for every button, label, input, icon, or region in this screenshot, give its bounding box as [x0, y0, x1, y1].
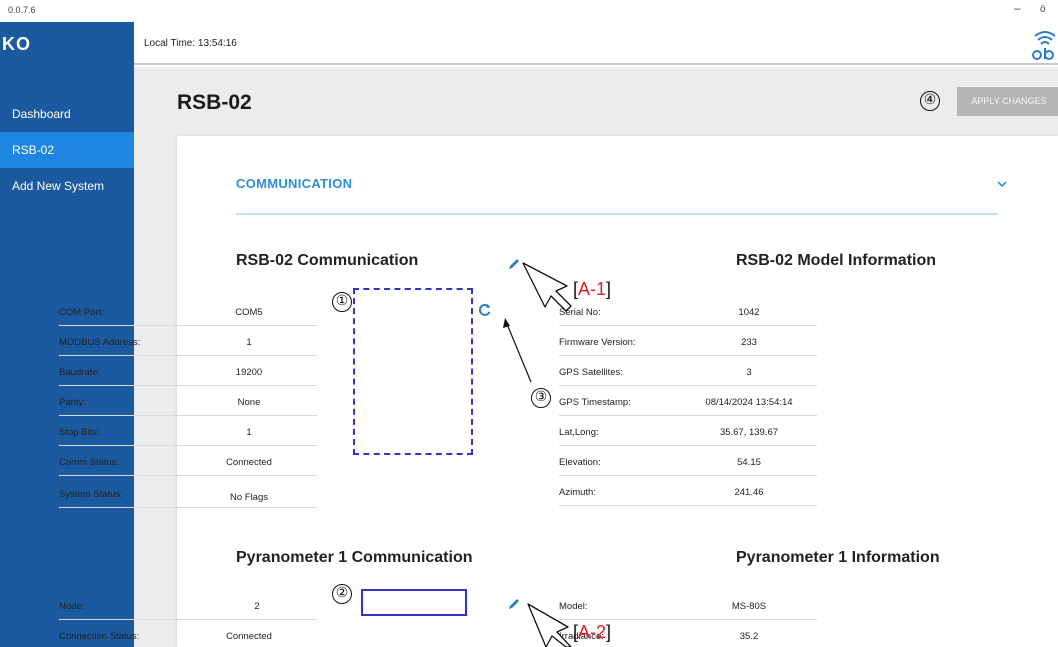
row-value: None [237, 397, 261, 408]
table-row: Node: 2 [59, 590, 317, 620]
row-label: COM Port: [59, 307, 104, 318]
callout-code: A-2 [578, 622, 607, 642]
row-label: Comm Status: [59, 457, 120, 468]
marker-4: ④ [920, 91, 940, 111]
refresh-icon[interactable] [478, 303, 492, 317]
version-label: 0.0.7.6 [8, 5, 36, 15]
row-value: 35.2 [739, 631, 759, 642]
rsb-communication-title: RSB-02 Communication [236, 252, 419, 269]
row-label: MODBUS Address: [59, 337, 141, 348]
chevron-down-icon[interactable] [995, 178, 1009, 190]
window-control[interactable]: ö [1040, 4, 1046, 15]
callout-bracket: ] [606, 279, 612, 299]
row-label: Baudrate: [59, 367, 101, 378]
app-window: 0.0.7.6 – ö KO Dashboard RSB-02 Add New … [0, 0, 1058, 647]
rsb-model-info-title: RSB-02 Model Information [736, 252, 937, 269]
apply-changes-button[interactable]: APPLY CHANGES [957, 87, 1058, 116]
pencil-icon[interactable] [507, 597, 521, 611]
row-label: Lat,Long: [559, 427, 599, 438]
row-value: 241.46 [734, 487, 764, 498]
marker-2: ② [332, 584, 352, 604]
table-row: Model: MS-80S [559, 590, 817, 620]
row-label: Stop Bits: [59, 427, 100, 438]
row-label: Node: [59, 601, 85, 612]
brand-logo-icon [1032, 31, 1056, 60]
row-value: 54.15 [737, 457, 761, 468]
table-row: Comm Status: Connected [59, 446, 317, 476]
row-label: Connection Status: [59, 631, 140, 642]
table-row: Elevation: 54.15 [559, 446, 817, 476]
table-row: Connection Status: Connected [59, 620, 317, 647]
table-row: Firmware Version: 233 [559, 326, 817, 356]
row-value: 19200 [235, 367, 263, 378]
callout-code: A-1 [578, 279, 607, 299]
row-value: Connected [226, 457, 272, 468]
table-row: Stop Bits: 1 [59, 416, 317, 446]
row-label: Parity: [59, 397, 86, 408]
pencil-icon[interactable] [507, 257, 521, 271]
callout-bracket: ] [606, 622, 612, 642]
row-label: Azimuth: [559, 487, 596, 498]
row-label: Model: [559, 601, 588, 612]
row-value: 233 [741, 337, 757, 348]
table-row: COM Port: COM5 [59, 296, 317, 326]
row-value: 35.67, 139.67 [719, 427, 779, 438]
sidebar-item-dashboard[interactable]: Dashboard [0, 96, 134, 132]
row-value: 3 [746, 367, 752, 378]
row-label: Elevation: [559, 457, 601, 468]
row-value: 1 [246, 337, 252, 348]
marker-3: ③ [531, 388, 551, 408]
node-input[interactable]: 2 [212, 601, 302, 612]
table-row: Lat,Long: 35.67, 139.67 [559, 416, 817, 446]
row-label: GPS Satellites: [559, 367, 623, 378]
table-row: MODBUS Address: 1 [59, 326, 317, 356]
row-label: System Status: [59, 489, 123, 500]
row-value: MS-80S [731, 601, 767, 612]
top-bar: Local Time: 13:54:16 [134, 22, 1058, 65]
title-bar: 0.0.7.6 – ö [0, 0, 1058, 22]
marker-1: ① [332, 292, 352, 312]
sidebar-item-add-new-system[interactable]: Add New System [0, 168, 134, 204]
table-row: Serial No: 1042 [559, 296, 817, 326]
row-value: COM5 [235, 307, 263, 318]
row-value: Connected [226, 631, 272, 642]
pyranometer-info-title: Pyranometer 1 Information [736, 549, 940, 566]
sidebar-item-rsb-02[interactable]: RSB-02 [0, 132, 134, 168]
page-title: RSB-02 [177, 91, 252, 114]
table-row: Parity: None [59, 386, 317, 416]
row-value: 1 [246, 427, 252, 438]
callout-a2: [A-2] [573, 622, 611, 643]
table-row: GPS Timestamp: 08/14/2024 13:54:14 [559, 386, 817, 416]
local-time: Local Time: 13:54:16 [144, 38, 237, 49]
table-row: GPS Satellites: 3 [559, 356, 817, 386]
row-value: No Flags [229, 492, 268, 503]
minimize-button[interactable]: – [1014, 1, 1021, 15]
row-label: Serial No: [559, 307, 601, 318]
table-row: Baudrate: 19200 [59, 356, 317, 386]
row-label: GPS Timestamp: [559, 397, 631, 408]
row-value: 1042 [738, 307, 760, 318]
table-row: System Status: No Flags [59, 478, 317, 508]
row-value: 08/14/2024 13:54:14 [705, 397, 793, 408]
table-row: Azimuth: 241.46 [559, 476, 817, 506]
callout-a1: [A-1] [573, 279, 611, 300]
section-divider [236, 213, 998, 215]
section-title-communication[interactable]: COMMUNICATION [236, 176, 352, 191]
app-logo: KO [2, 34, 31, 54]
row-label: Firmware Version: [559, 337, 636, 348]
pyranometer-comm-title: Pyranometer 1 Communication [236, 549, 473, 566]
